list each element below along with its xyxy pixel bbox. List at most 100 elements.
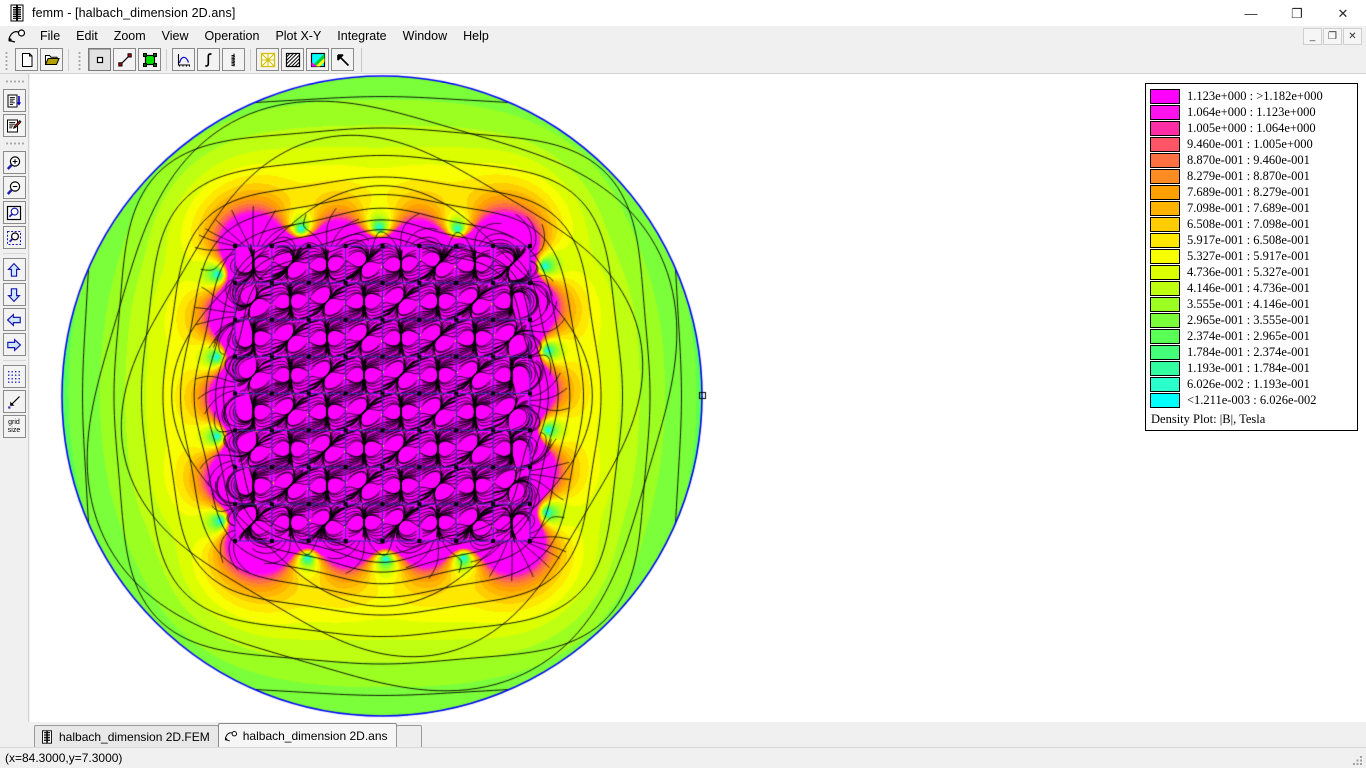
femm-icon [10, 4, 24, 22]
show-density-plot-button[interactable] [306, 48, 329, 71]
left-toolbar-grip[interactable] [4, 141, 24, 148]
tab-halbach-dimension-2d-ans[interactable]: halbach_dimension 2D.ans [217, 723, 397, 747]
femm-application-window: femm - [halbach_dimension 2D.ans] — ❐ ✕ … [0, 0, 1366, 768]
mdi-restore-button[interactable]: ❐ [1323, 27, 1342, 45]
menu-item-window[interactable]: Window [395, 27, 455, 45]
toggle-grid-button[interactable] [2, 365, 26, 388]
legend-range-label: 6.026e-002 : 1.193e-001 [1187, 376, 1310, 391]
legend-color-swatch [1150, 200, 1180, 216]
plot-xy-button[interactable] [172, 48, 195, 71]
magnifier-page-icon [6, 205, 22, 220]
menu-item-view[interactable]: View [154, 27, 197, 45]
toolbar-end-divider [361, 47, 362, 72]
flux-line-button[interactable] [222, 48, 245, 71]
legend-row: <1.211e-003 : 6.026e-002 [1150, 392, 1353, 408]
window-title: femm - [halbach_dimension 2D.ans] [32, 6, 236, 20]
mdi-close-button[interactable]: ✕ [1343, 27, 1362, 45]
legend-color-swatch [1150, 232, 1180, 248]
toolbar-grip[interactable] [77, 49, 84, 70]
legend-row: 5.327e-001 : 5.917e-001 [1150, 248, 1353, 264]
menu-item-file[interactable]: File [32, 27, 68, 45]
legend-range-label: 1.784e-001 : 2.374e-001 [1187, 344, 1310, 359]
cursor-coordinates: (x=84.3000,y=7.3000) [5, 751, 123, 765]
legend-row: 9.460e-001 : 1.005e+000 [1150, 136, 1353, 152]
legend-color-swatch [1150, 344, 1180, 360]
toolbar-separator [68, 48, 69, 71]
menu-item-zoom[interactable]: Zoom [106, 27, 154, 45]
resize-grip-icon[interactable] [1350, 753, 1364, 767]
femm-postprocessor-icon [8, 29, 26, 43]
legend-range-label: 1.005e+000 : 1.064e+000 [1187, 120, 1316, 135]
zoom-out-button[interactable] [2, 176, 26, 199]
status-bar: (x=84.3000,y=7.3000) [0, 747, 1366, 768]
open-document-button[interactable] [40, 48, 63, 71]
magnifier-minus-icon [6, 180, 21, 195]
show-mesh-button[interactable] [256, 48, 279, 71]
legend-range-label: 6.508e-001 : 7.098e-001 [1187, 216, 1310, 231]
tab-overflow-spacer [395, 725, 422, 747]
legend-row: 6.508e-001 : 7.098e-001 [1150, 216, 1353, 232]
legend-color-swatch [1150, 120, 1180, 136]
integrate-button[interactable] [197, 48, 220, 71]
menu-item-operation[interactable]: Operation [197, 27, 268, 45]
magnifier-marquee-icon [7, 230, 21, 245]
plot-client-area[interactable]: 1.123e+000 : >1.182e+000 1.064e+000 : 1.1… [30, 74, 1366, 722]
left-toolbar-separator [2, 360, 26, 361]
legend-color-swatch [1150, 136, 1180, 152]
legend-color-swatch [1150, 184, 1180, 200]
magnifier-plus-icon [6, 155, 21, 170]
select-line-button[interactable] [113, 48, 136, 71]
grid-size-button[interactable]: grid size [2, 415, 26, 438]
tab-halbach-dimension-2d-fem[interactable]: halbach_dimension 2D.FEM [34, 725, 219, 747]
legend-row: 4.736e-001 : 5.327e-001 [1150, 264, 1353, 280]
zoom-fit-page-button[interactable] [2, 201, 26, 224]
arrow-down-icon [7, 287, 21, 302]
menu-item-edit[interactable]: Edit [68, 27, 106, 45]
left-toolbar-grip[interactable] [4, 79, 24, 86]
hatched-contour-icon [285, 52, 300, 67]
toolbar-group-display [255, 46, 355, 74]
legend-color-swatch [1150, 312, 1180, 328]
edit-properties-button[interactable] [2, 114, 26, 137]
select-point-button[interactable] [88, 48, 111, 71]
show-contour-button[interactable] [281, 48, 304, 71]
mdi-minimize-button[interactable]: _ [1303, 27, 1322, 45]
legend-color-swatch [1150, 376, 1180, 392]
dot-grid-icon [8, 370, 20, 383]
zoom-in-button[interactable] [2, 151, 26, 174]
menu-item-plot-xy[interactable]: Plot X-Y [267, 27, 329, 45]
pan-right-button[interactable] [2, 333, 26, 356]
toolbar-grip[interactable] [4, 49, 11, 70]
menu-item-help[interactable]: Help [455, 27, 497, 45]
main-toolbar [0, 46, 1366, 74]
vector-arrow-icon [336, 53, 349, 66]
output-to-file-button[interactable] [2, 89, 26, 112]
toolbar-separator [166, 48, 167, 71]
legend-row: 4.146e-001 : 4.736e-001 [1150, 280, 1353, 296]
legend-row: 1.005e+000 : 1.064e+000 [1150, 120, 1353, 136]
legend-row: 6.026e-002 : 1.193e-001 [1150, 376, 1353, 392]
density-plot-legend: 1.123e+000 : >1.182e+000 1.064e+000 : 1.1… [1145, 83, 1358, 431]
legend-row: 3.555e-001 : 4.146e-001 [1150, 296, 1353, 312]
integral-sign-icon [204, 52, 212, 67]
select-block-button[interactable] [138, 48, 161, 71]
menu-item-integrate[interactable]: Integrate [329, 27, 394, 45]
show-vector-plot-button[interactable] [331, 48, 354, 71]
left-toolbar: grid size [0, 74, 29, 724]
pan-down-button[interactable] [2, 283, 26, 306]
window-minimize-button[interactable]: — [1228, 0, 1274, 26]
zoom-window-button[interactable] [2, 226, 26, 249]
line-segment-icon [117, 52, 132, 67]
menu-bar: File Edit Zoom View Operation Plot X-Y I… [0, 26, 1366, 46]
window-close-button[interactable]: ✕ [1320, 0, 1366, 26]
legend-row: 2.965e-001 : 3.555e-001 [1150, 312, 1353, 328]
new-document-button[interactable] [15, 48, 38, 71]
pan-up-button[interactable] [2, 258, 26, 281]
window-controls: — ❐ ✕ [1228, 0, 1366, 26]
block-select-icon [142, 52, 157, 67]
pan-left-button[interactable] [2, 308, 26, 331]
snap-arrow-icon [8, 395, 20, 409]
snap-to-grid-button[interactable] [2, 390, 26, 413]
legend-row: 1.064e+000 : 1.123e+000 [1150, 104, 1353, 120]
window-maximize-button[interactable]: ❐ [1274, 0, 1320, 26]
